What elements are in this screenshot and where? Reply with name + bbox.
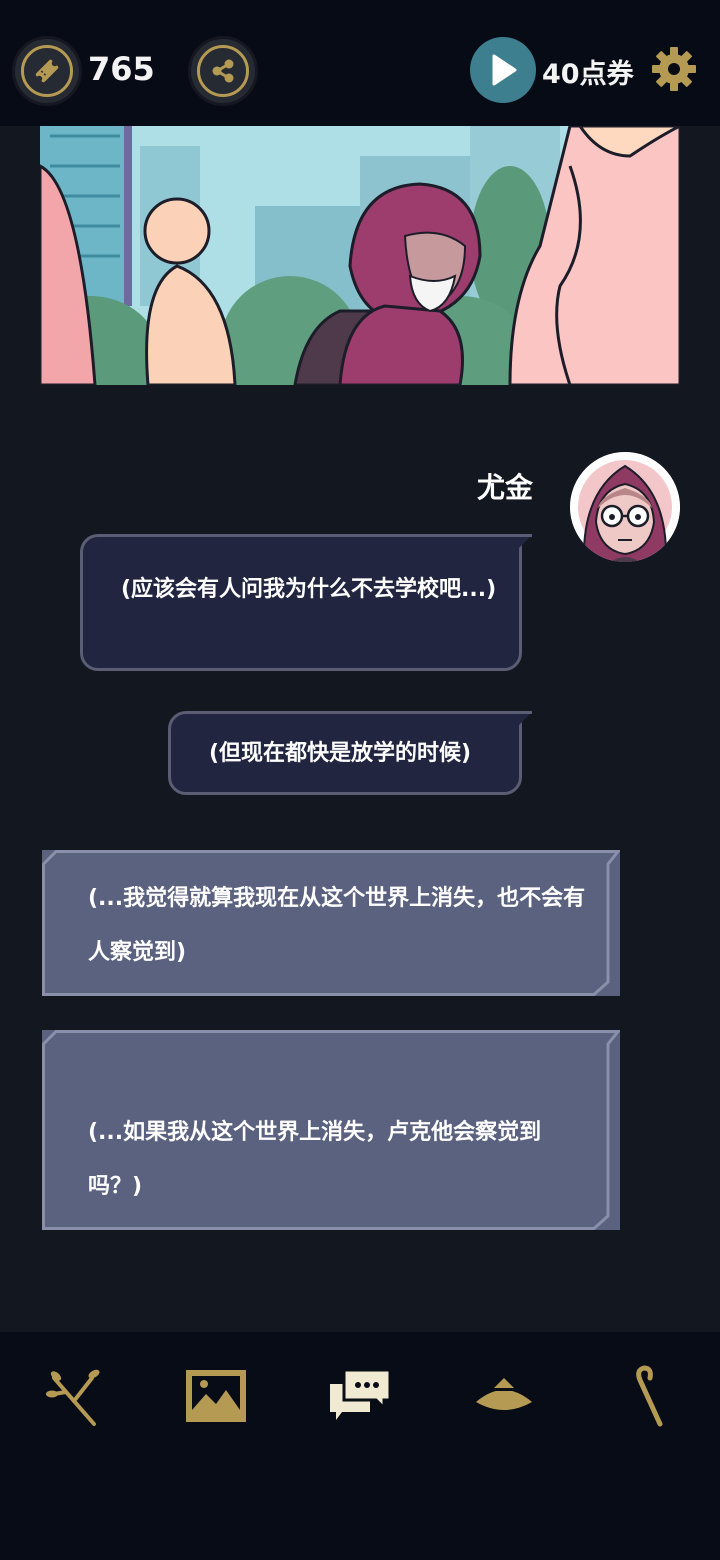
dialogue-bubble: (应该会有人问我为什么不去学校吧...) (80, 534, 522, 671)
ticket-icon (21, 45, 73, 97)
chat-log-icon[interactable] (328, 1364, 392, 1428)
top-bar: 765 40点券 (0, 0, 720, 126)
dialogue-text: (应该会有人问我为什么不去学校吧...) (121, 577, 497, 602)
gallery-icon[interactable] (184, 1364, 248, 1428)
dialogue-bubble: (但现在都快是放学的时候) (168, 711, 522, 795)
ticket-count: 765 (88, 50, 155, 88)
scene-illustration (40, 126, 680, 385)
dialogue-text: (但现在都快是放学的时候) (209, 741, 472, 766)
monologue-bubble: (...我觉得就算我现在从这个世界上消失，也不会有人察觉到) (42, 850, 620, 996)
bubble-tail (518, 711, 533, 726)
monologue-text: (...我觉得就算我现在从这个世界上消失，也不会有人察觉到) (88, 886, 586, 965)
bubble-tail (518, 534, 533, 549)
play-ad-button[interactable] (470, 37, 536, 103)
cane-icon[interactable] (616, 1364, 680, 1428)
speaker-name: 尤金 (476, 471, 533, 504)
speaker-avatar (570, 452, 680, 562)
play-icon (492, 54, 517, 86)
monologue-bubble: (...如果我从这个世界上消失，卢克他会察觉到吗？) (42, 1030, 620, 1230)
share-icon (197, 45, 249, 97)
monologue-text: (...如果我从这个世界上消失，卢克他会察觉到吗？) (88, 1120, 542, 1199)
ticket-button[interactable] (12, 36, 82, 106)
hat-icon[interactable] (472, 1364, 536, 1428)
branch-icon[interactable] (44, 1364, 108, 1428)
settings-gear-icon[interactable] (650, 45, 698, 93)
share-button[interactable] (188, 36, 258, 106)
coupon-label: 40点券 (542, 59, 634, 90)
